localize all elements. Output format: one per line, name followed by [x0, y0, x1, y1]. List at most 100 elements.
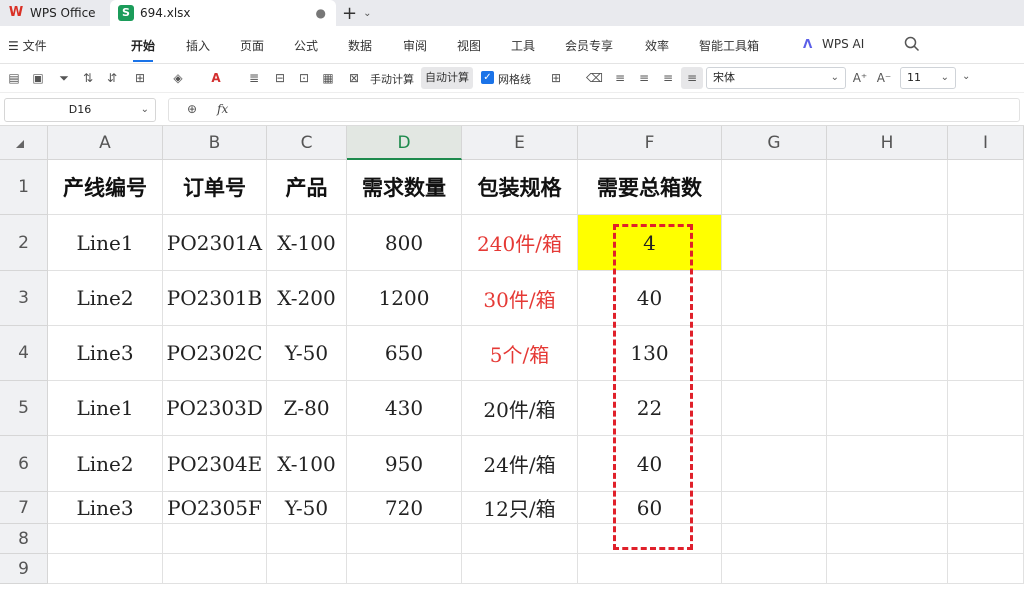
cell-e9[interactable] — [462, 554, 578, 584]
tab-wps-office[interactable]: W WPS Office — [8, 0, 108, 26]
merge-cells-icon[interactable]: ⊟ — [272, 70, 288, 86]
cell-d3[interactable]: 1200 — [347, 271, 462, 326]
cell-a7[interactable]: Line3 — [48, 492, 163, 524]
paste-icon[interactable]: ▤ — [6, 70, 22, 86]
column-header-g[interactable]: G — [722, 126, 827, 160]
sort-asc-icon[interactable]: ⇅ — [80, 70, 96, 86]
cell-e1[interactable]: 包装规格 — [462, 160, 578, 215]
row-header-6[interactable]: 6 — [0, 436, 48, 492]
cell-d8[interactable] — [347, 524, 462, 554]
cell-i9[interactable] — [948, 554, 1024, 584]
cell-d5[interactable]: 430 — [347, 381, 462, 436]
cell-f5[interactable]: 22 — [578, 381, 722, 436]
cell-f9[interactable] — [578, 554, 722, 584]
cell-e7[interactable]: 12只/箱 — [462, 492, 578, 524]
row-header-3[interactable]: 3 — [0, 271, 48, 326]
gridlines-checkbox[interactable]: ✓ — [481, 71, 494, 84]
cell-g3[interactable] — [722, 271, 827, 326]
column-header-a[interactable]: A — [48, 126, 163, 160]
filter-icon[interactable]: ⏷ — [56, 70, 72, 86]
tab-file[interactable]: S 694.xlsx ● — [110, 0, 336, 26]
cell-d1[interactable]: 需求数量 — [347, 160, 462, 215]
cell-i6[interactable] — [948, 436, 1024, 492]
cell-i3[interactable] — [948, 271, 1024, 326]
cell-style-icon[interactable]: ⊞ — [548, 70, 564, 86]
cell-h1[interactable] — [827, 160, 948, 215]
cell-b3[interactable]: PO2301B — [163, 271, 267, 326]
menu-home[interactable]: 开始 — [131, 37, 155, 62]
cell-e6[interactable]: 24件/箱 — [462, 436, 578, 492]
cell-h7[interactable] — [827, 492, 948, 524]
file-menu[interactable]: ☰ 文件 — [8, 37, 47, 54]
cell-c7[interactable]: Y-50 — [267, 492, 347, 524]
row-header-7[interactable]: 7 — [0, 492, 48, 524]
cell-e2[interactable]: 240件/箱 — [462, 215, 578, 271]
cell-h8[interactable] — [827, 524, 948, 554]
cell-b4[interactable]: PO2302C — [163, 326, 267, 381]
menu-data[interactable]: 数据 — [348, 37, 372, 54]
toolbar-more-icon[interactable]: ⌄ — [962, 71, 970, 82]
cell-c9[interactable] — [267, 554, 347, 584]
cell-c2[interactable]: X-100 — [267, 215, 347, 271]
cell-f4[interactable]: 130 — [578, 326, 722, 381]
cell-d9[interactable] — [347, 554, 462, 584]
name-box[interactable]: D16 ⌄ — [4, 98, 156, 122]
cell-d4[interactable]: 650 — [347, 326, 462, 381]
cell-a5[interactable]: Line1 — [48, 381, 163, 436]
menu-review[interactable]: 审阅 — [403, 37, 427, 54]
column-header-b[interactable]: B — [163, 126, 267, 160]
cell-e5[interactable]: 20件/箱 — [462, 381, 578, 436]
fill-color-icon[interactable]: ◈ — [170, 70, 186, 86]
cell-g1[interactable] — [722, 160, 827, 215]
cell-c3[interactable]: X-200 — [267, 271, 347, 326]
wps-ai-button[interactable]: Ʌ WPS AI — [803, 37, 864, 51]
cell-c1[interactable]: 产品 — [267, 160, 347, 215]
cell-g9[interactable] — [722, 554, 827, 584]
cell-b7[interactable]: PO2305F — [163, 492, 267, 524]
increase-font-icon[interactable]: A⁺ — [852, 70, 868, 86]
menu-page[interactable]: 页面 — [240, 37, 264, 54]
cell-g8[interactable] — [722, 524, 827, 554]
cell-e4[interactable]: 5个/箱 — [462, 326, 578, 381]
row-header-2[interactable]: 2 — [0, 215, 48, 271]
column-header-c[interactable]: C — [267, 126, 347, 160]
cell-a1[interactable]: 产线编号 — [48, 160, 163, 215]
cell-b8[interactable] — [163, 524, 267, 554]
cell-a6[interactable]: Line2 — [48, 436, 163, 492]
cell-g6[interactable] — [722, 436, 827, 492]
row-header-9[interactable]: 9 — [0, 554, 48, 584]
decrease-font-icon[interactable]: A⁻ — [876, 70, 892, 86]
wrap-text-icon[interactable]: ≣ — [246, 70, 262, 86]
cell-f3[interactable]: 40 — [578, 271, 722, 326]
cell-i4[interactable] — [948, 326, 1024, 381]
column-header-h[interactable]: H — [827, 126, 948, 160]
cell-c5[interactable]: Z-80 — [267, 381, 347, 436]
cell-b9[interactable] — [163, 554, 267, 584]
unsaved-dot-icon[interactable]: ● — [316, 6, 326, 20]
sort-desc-icon[interactable]: ⇵ — [104, 70, 120, 86]
cell-c6[interactable]: X-100 — [267, 436, 347, 492]
column-header-e[interactable]: E — [462, 126, 578, 160]
cell-h3[interactable] — [827, 271, 948, 326]
cell-f2[interactable]: 4 — [578, 215, 722, 271]
manual-calc-button[interactable]: 手动计算 — [370, 71, 414, 87]
cell-a8[interactable] — [48, 524, 163, 554]
cell-d2[interactable]: 800 — [347, 215, 462, 271]
select-all-corner[interactable] — [0, 126, 48, 160]
menu-smart-toolbox[interactable]: 智能工具箱 — [699, 37, 759, 54]
clear-format-icon[interactable]: ⌫ — [586, 70, 603, 86]
cell-i5[interactable] — [948, 381, 1024, 436]
menu-formula[interactable]: 公式 — [294, 37, 318, 54]
cell-b6[interactable]: PO2304E — [163, 436, 267, 492]
cell-h9[interactable] — [827, 554, 948, 584]
row-header-8[interactable]: 8 — [0, 524, 48, 554]
font-size-select[interactable]: 11 ⌄ — [900, 67, 956, 89]
cell-f7[interactable]: 60 — [578, 492, 722, 524]
cell-b5[interactable]: PO2303D — [163, 381, 267, 436]
spreadsheet-grid[interactable]: A B C D E F G H I 1 2 3 4 5 6 7 8 9 产线编号 订单号 产品 需求数量 包装规格 需要总箱数… — [0, 126, 1024, 608]
cell-d6[interactable]: 950 — [347, 436, 462, 492]
font-color-icon[interactable]: A — [208, 70, 224, 86]
cell-a3[interactable]: Line2 — [48, 271, 163, 326]
cell-e3[interactable]: 30件/箱 — [462, 271, 578, 326]
border-icon[interactable]: ⊞ — [132, 70, 148, 86]
